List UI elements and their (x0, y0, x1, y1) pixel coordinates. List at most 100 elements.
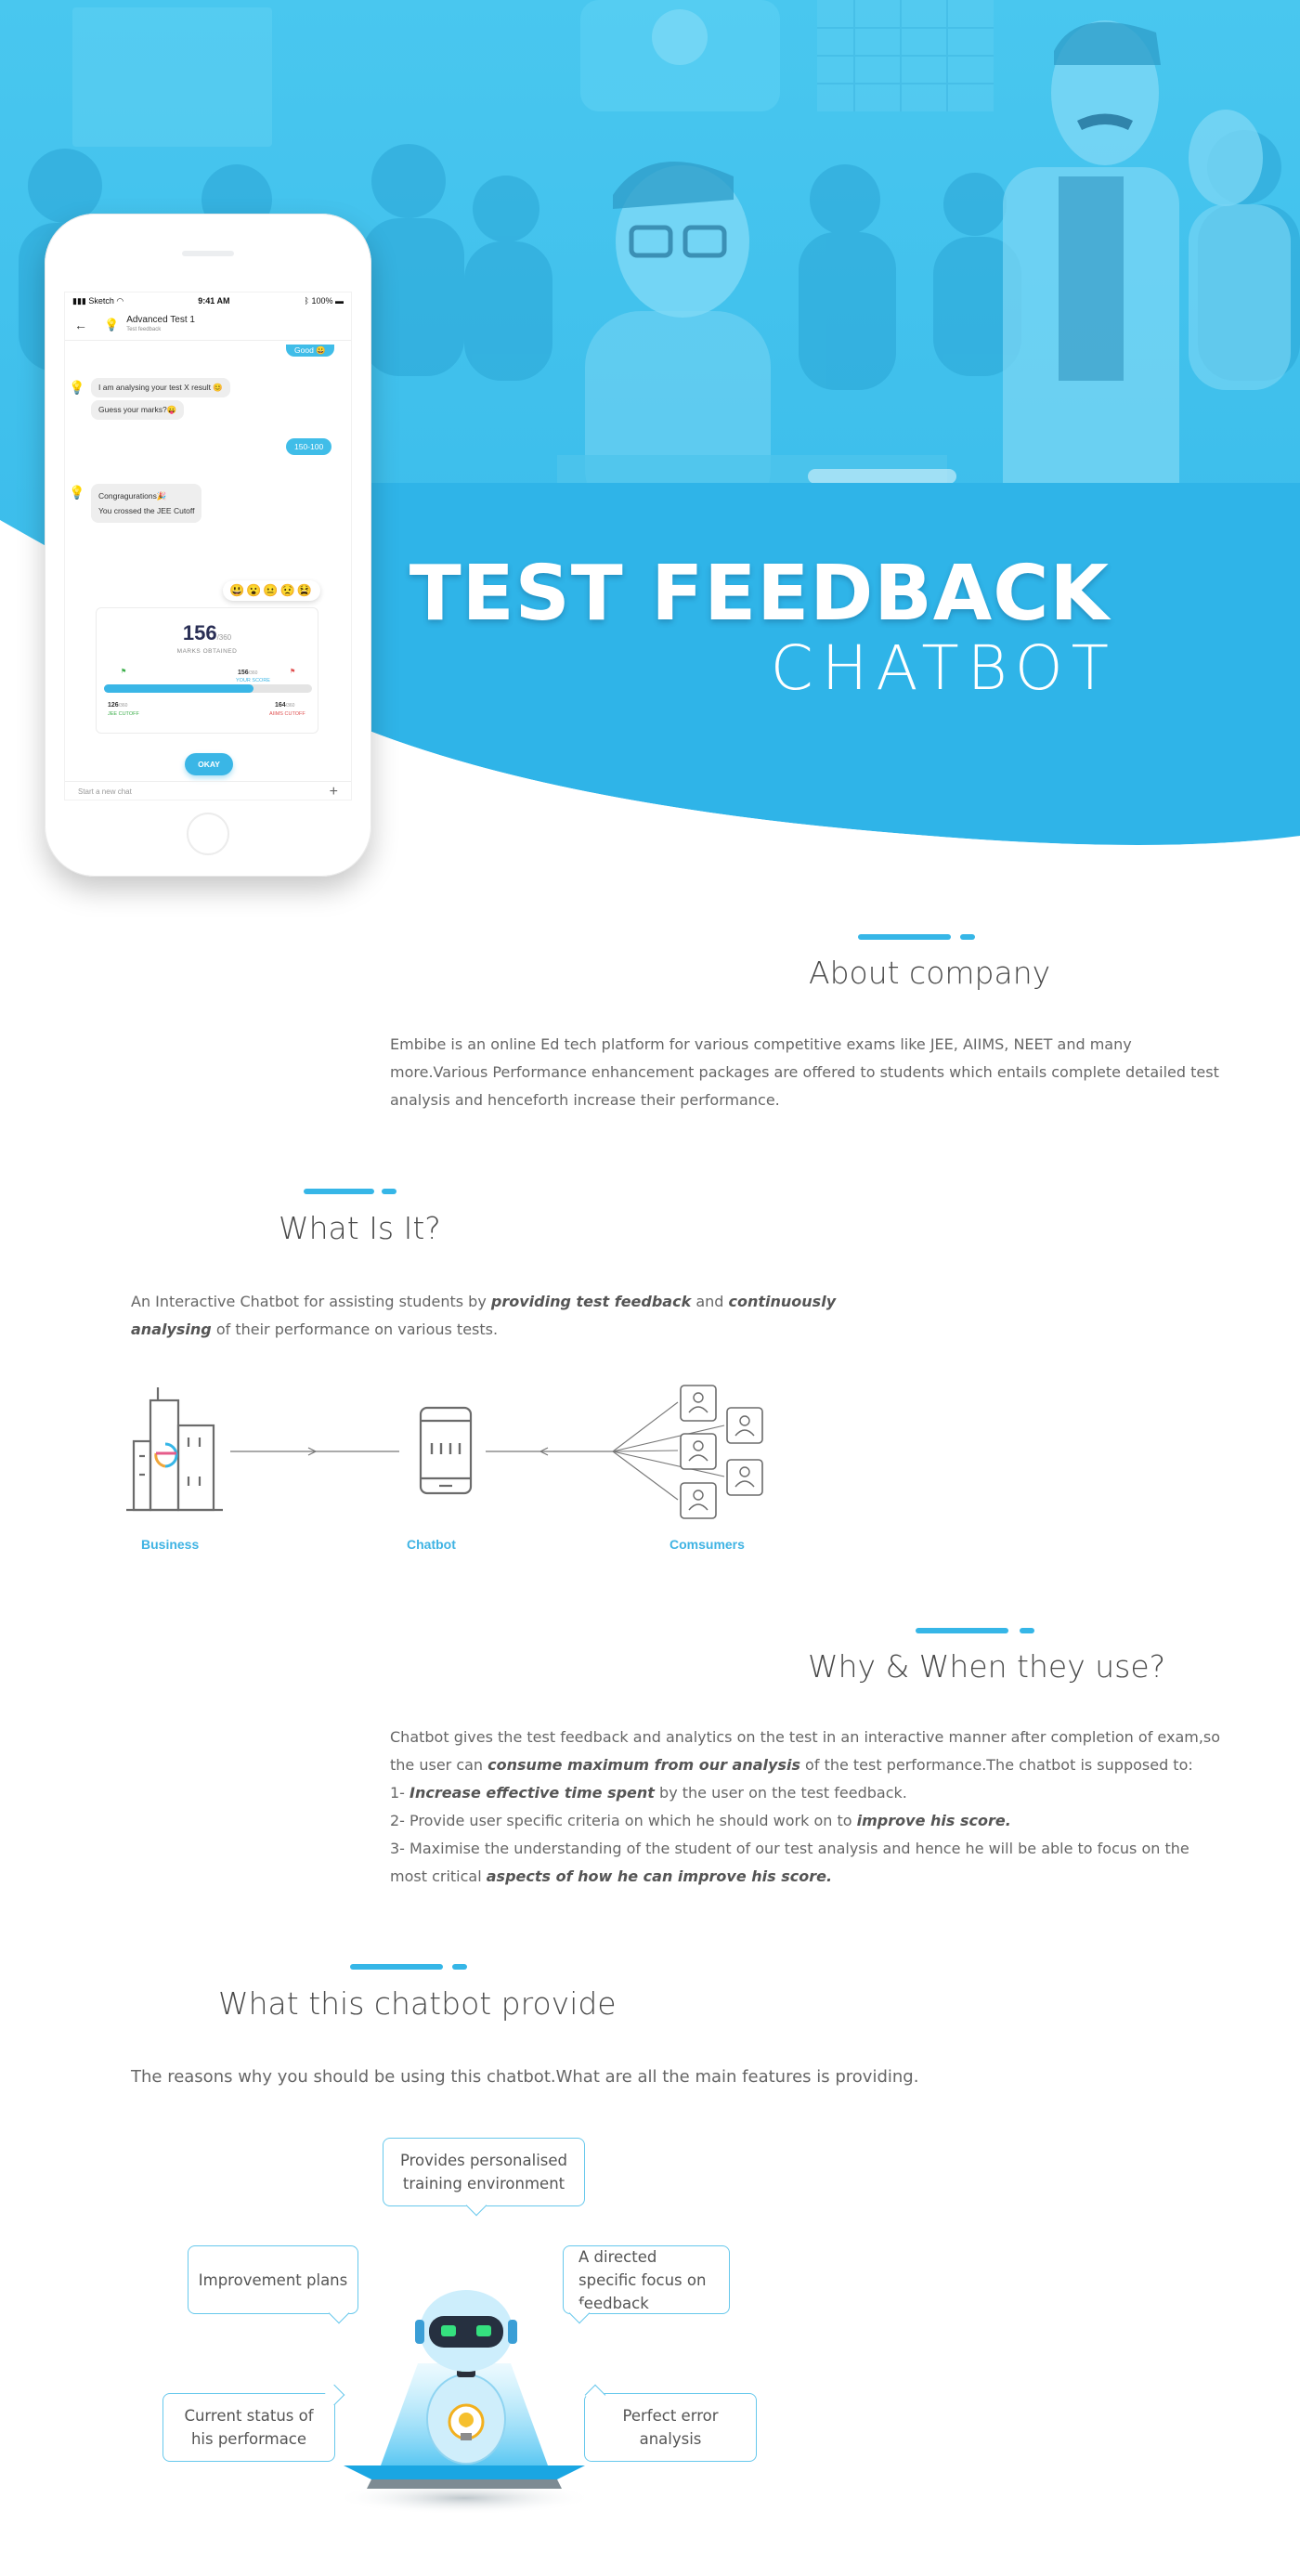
bot-bulb-icon: 💡 (104, 317, 120, 332)
hero-title-line-2: CHATBOT (770, 632, 1117, 704)
score-progress-fill (104, 684, 254, 693)
emphasis: Increase effective time spent (410, 1784, 655, 1802)
suffix: /360 (118, 703, 128, 709)
accent-bar-long (916, 1628, 1008, 1633)
hero-title-line-1: TEST FEEDBACK (409, 550, 1110, 638)
user-message-answer: 150-100 (286, 438, 332, 455)
value: 156 (238, 670, 249, 676)
phone-mockup: ▮▮▮ Sketch ◠ 9:41 AM ᛒ 100% ▬ ← 💡 Advanc… (45, 214, 371, 877)
signal-icon: ▮▮▮ (72, 295, 86, 306)
battery-label: 100% (311, 296, 333, 306)
message-text: Guess your marks? (98, 405, 167, 414)
feature-error-text: Perfect error analysis (622, 2407, 719, 2448)
about-text: Embibe is an online Ed tech platform for… (390, 1035, 1219, 1109)
feature-personalised-bubble: Provides personalised training environme… (383, 2138, 585, 2206)
score: 156 (182, 621, 217, 644)
your-score-value: 156/360 (238, 670, 257, 676)
provide-heading: What this chatbot provide (218, 1985, 617, 2022)
bluetooth-icon: ᛒ (304, 296, 309, 306)
chat-screen: ▮▮▮ Sketch ◠ 9:41 AM ᛒ 100% ▬ ← 💡 Advanc… (64, 292, 352, 800)
accent-bar-long (304, 1189, 374, 1194)
feature-improvement-bubble: Improvement plans (188, 2245, 358, 2314)
message-text: Good (294, 345, 314, 355)
consumer-user-icons (680, 1385, 763, 1519)
feature-current-bubble: Current status of his performace (162, 2393, 335, 2462)
okay-button[interactable]: OKAY (185, 753, 233, 775)
back-arrow-icon[interactable]: ← (74, 318, 87, 332)
aiims-flag-icon: ⚑ (290, 669, 296, 675)
jee-flag-icon: ⚑ (121, 669, 127, 675)
emphasis: improve his score. (856, 1812, 1011, 1829)
accent-bar-long (350, 1964, 443, 1970)
suffix: /360 (285, 703, 295, 709)
suffix: /360 (248, 670, 258, 676)
bot-avatar-icon: 💡 (69, 380, 85, 395)
emphasis: providing test feedback (490, 1293, 692, 1310)
section-accent-bar (858, 934, 979, 940)
score-progress-track (104, 684, 312, 693)
party-icon: 🎉 (156, 491, 167, 501)
plus-icon[interactable]: + (330, 784, 338, 800)
bot-message-guess: Guess your marks?😛 (91, 400, 185, 420)
about-heading: About company (809, 955, 1051, 991)
what-text: An Interactive Chatbot for assisting stu… (131, 1288, 837, 1344)
accent-bar-short (1020, 1628, 1034, 1633)
section-accent-bar (916, 1628, 1036, 1633)
chat-header: ← 💡 Advanced Test 1 Test feedback (65, 309, 351, 341)
chat-input-bar[interactable]: Start a new chat + (65, 781, 351, 800)
your-score-label: YOUR SCORE (236, 678, 270, 683)
accent-bar-short (960, 934, 975, 940)
emphasis: aspects of how he can improve his score. (486, 1867, 833, 1885)
emphasis: consume maximum from our analysis (488, 1756, 800, 1774)
flow-label-chatbot: Chatbot (407, 1537, 456, 1552)
flow-label-business: Business (141, 1537, 200, 1552)
value: 126 (108, 702, 119, 709)
section-accent-bar (350, 1964, 471, 1970)
feature-error-bubble: Perfect error analysis (584, 2393, 757, 2462)
flow-label-consumers: Comsumers (670, 1537, 745, 1552)
text-part: and (691, 1293, 729, 1310)
provide-text: The reasons why you should be using this… (131, 2067, 919, 2087)
text-part: An Interactive Chatbot for assisting stu… (131, 1293, 491, 1310)
why-text: Chatbot gives the test feedback and anal… (390, 1724, 1226, 1891)
carrier-label: Sketch (88, 295, 114, 306)
user-message-good: Good 😀 (286, 345, 334, 357)
feature-personalised-text: Provides personalised training environme… (399, 2152, 568, 2192)
feature-directed-text: A directed specific focus on feedback (578, 2247, 707, 2312)
section-accent-bar (304, 1189, 396, 1194)
aiims-cutoff-value: 164/360 (275, 702, 294, 709)
jee-cutoff-label: JEE CUTOFF (108, 711, 139, 717)
message-text: You crossed the JEE Cutoff (98, 506, 195, 515)
marks-obtained-label: MARKS OBTAINED (176, 648, 238, 655)
emoji-reaction-picker[interactable]: 😃😮😐😟😫 (223, 580, 320, 601)
text-part: of their performance on various tests. (211, 1321, 499, 1338)
text-part: of the test performance.The chatbot is s… (800, 1756, 1193, 1774)
bot-message-congrats: Congragurations🎉 You crossed the JEE Cut… (91, 484, 202, 523)
value: 164 (275, 702, 286, 709)
chat-title: Advanced Test 1 Test feedback (126, 315, 195, 335)
message-text: Congragurations (98, 491, 157, 501)
what-heading: What Is It? (279, 1210, 441, 1246)
feature-directed-bubble: A directed specific focus on feedback (563, 2245, 730, 2314)
accent-bar-short (452, 1964, 467, 1970)
score-total: /360 (216, 633, 232, 642)
feature-improvement-text: Improvement plans (198, 2270, 348, 2289)
bot-message-analysing: I am analysing your test X result 😊 (91, 378, 230, 397)
text-part: by the user on the test feedback. (654, 1784, 907, 1802)
bot-avatar-icon: 💡 (69, 485, 85, 500)
flow-diagram (126, 1385, 763, 1519)
chat-input-placeholder[interactable]: Start a new chat (78, 787, 132, 796)
text-part: 2- Provide user specific criteria on whi… (390, 1812, 857, 1829)
phone-speaker (182, 251, 234, 256)
accent-bar-short (382, 1189, 396, 1194)
business-building-icon (126, 1387, 223, 1512)
marks-obtained-value: 156/360 (97, 621, 318, 645)
marks-card: 156/360 MARKS OBTAINED ⚑ ⚑ 156/360 YOUR … (96, 607, 318, 734)
status-bar: ▮▮▮ Sketch ◠ 9:41 AM ᛒ 100% ▬ (65, 293, 351, 309)
battery-icon: ▬ (334, 296, 344, 306)
chatbot-phone-icon (419, 1406, 473, 1495)
accent-bar-long (858, 934, 951, 940)
status-time: 9:41 AM (198, 296, 230, 306)
why-heading: Why & When they use? (808, 1648, 1166, 1685)
phone-home-button (187, 813, 229, 855)
